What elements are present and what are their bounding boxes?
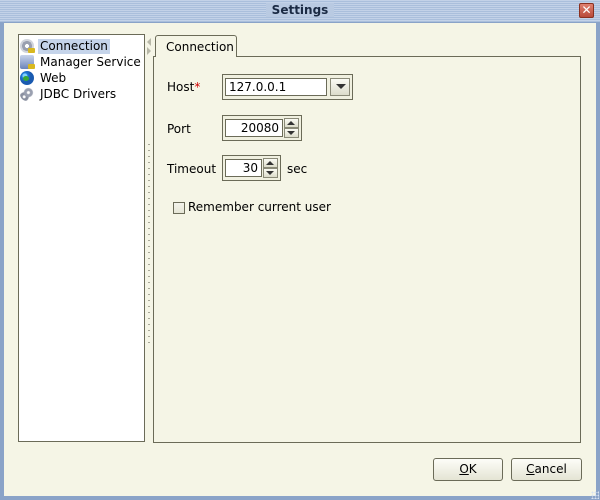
chevron-down-icon[interactable] bbox=[330, 78, 350, 96]
host-combobox[interactable]: 127.0.0.1 bbox=[222, 74, 353, 100]
port-input[interactable]: 20080 bbox=[225, 119, 283, 137]
host-input[interactable]: 127.0.0.1 bbox=[225, 78, 327, 96]
collapse-left-icon[interactable] bbox=[147, 38, 151, 46]
timeout-spinner[interactable]: 30 bbox=[222, 155, 281, 181]
divider-grip[interactable] bbox=[148, 144, 150, 344]
timeout-label: Timeout bbox=[167, 162, 217, 176]
tree-item-label: Web bbox=[40, 70, 67, 85]
connection-gear-icon bbox=[20, 39, 35, 53]
required-marker: * bbox=[194, 80, 201, 94]
connection-panel: Host* 127.0.0.1 Port 20080 Timeout 30 se… bbox=[153, 56, 581, 443]
timeout-input[interactable]: 30 bbox=[225, 159, 262, 177]
tree-item-web[interactable]: Web bbox=[20, 70, 68, 86]
port-increment-icon[interactable] bbox=[284, 118, 299, 128]
remember-user-checkbox[interactable] bbox=[173, 202, 185, 214]
port-decrement-icon[interactable] bbox=[284, 128, 299, 138]
cancel-button[interactable]: Cancel bbox=[511, 458, 582, 481]
settings-tree[interactable]: Connection Manager Service Web JDBC Driv… bbox=[18, 34, 145, 442]
tree-item-label: Manager Service bbox=[40, 54, 141, 69]
remember-user-label[interactable]: Remember current user bbox=[188, 200, 331, 214]
dialog-content: Connection Manager Service Web JDBC Driv… bbox=[4, 23, 596, 496]
split-pane-divider[interactable] bbox=[145, 34, 153, 442]
port-label: Port bbox=[167, 122, 191, 136]
gears-icon bbox=[20, 87, 34, 101]
timeout-increment-icon[interactable] bbox=[263, 158, 278, 168]
tab-label: Connection bbox=[166, 40, 234, 54]
tab-connection[interactable]: Connection bbox=[155, 35, 237, 57]
close-icon[interactable]: ✕ bbox=[579, 3, 594, 18]
host-label: Host* bbox=[167, 80, 201, 94]
tree-item-jdbc-drivers[interactable]: JDBC Drivers bbox=[20, 86, 118, 102]
window-title: Settings bbox=[265, 3, 335, 17]
tree-item-label: Connection bbox=[38, 38, 110, 54]
tree-item-connection[interactable]: Connection bbox=[20, 38, 110, 54]
expand-right-icon[interactable] bbox=[147, 47, 151, 55]
tree-item-label: JDBC Drivers bbox=[40, 86, 117, 101]
ok-button[interactable]: OK bbox=[433, 458, 503, 481]
resize-grip[interactable] bbox=[591, 491, 599, 499]
title-bar[interactable]: Settings ✕ bbox=[0, 0, 600, 23]
globe-icon bbox=[20, 71, 34, 85]
tree-item-manager-service[interactable]: Manager Service bbox=[20, 54, 143, 70]
timeout-unit-label: sec bbox=[287, 162, 308, 176]
server-icon bbox=[20, 55, 35, 69]
timeout-decrement-icon[interactable] bbox=[263, 168, 278, 178]
settings-dialog: Settings ✕ Connection Manager Service We… bbox=[0, 0, 600, 500]
port-spinner[interactable]: 20080 bbox=[222, 115, 302, 141]
